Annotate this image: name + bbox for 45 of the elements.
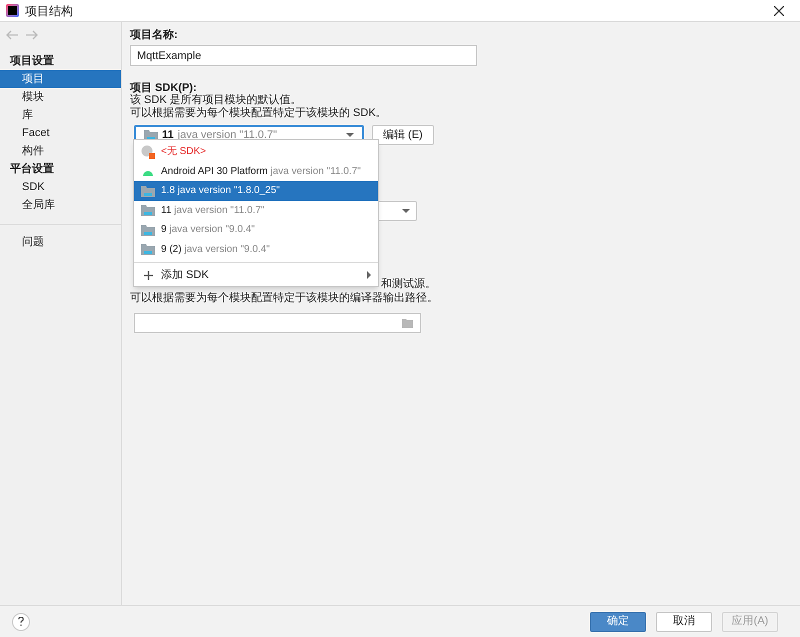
folder-icon	[141, 184, 155, 197]
sdk-menu-item[interactable]: Android API 30 Platform java version "11.0.7"	[134, 162, 378, 181]
sidebar-item[interactable]: Facet	[0, 124, 121, 142]
sidebar-group-title: 项目设置	[8, 54, 55, 69]
dropdown-arrow-icon	[346, 133, 354, 137]
help-button[interactable]	[12, 612, 30, 630]
description-text: 可以根据需要为每个模块配置特定于该模块的 SDK。	[130, 107, 388, 120]
close-icon[interactable]	[774, 6, 784, 16]
output-path-field[interactable]	[134, 313, 421, 333]
field-label: 项目 SDK(P):	[130, 81, 198, 94]
sidebar-item[interactable]: 库	[0, 106, 121, 124]
sidebar-item[interactable]: 项目	[0, 70, 121, 88]
description-text: 该 SDK 是所有项目模块的默认值。	[130, 94, 303, 106]
ok-button[interactable]: 确定	[590, 612, 646, 632]
sdk-menu-item[interactable]: 9 java version "9.0.4"	[134, 220, 378, 240]
folder-icon	[141, 243, 155, 256]
back-arrow-icon[interactable]	[6, 30, 18, 40]
project-name-field[interactable]: MqttExample	[130, 45, 477, 66]
sidebar-item[interactable]: 模块	[0, 88, 121, 106]
forward-arrow-icon[interactable]	[26, 30, 38, 40]
globe-icon	[141, 144, 155, 159]
app-logo-icon	[6, 4, 19, 17]
description-text: 可以根据需要为每个模块配置特定于该模块的编译器输出路径。	[130, 291, 439, 305]
dropdown-arrow-icon	[402, 209, 410, 213]
folder-icon	[141, 204, 155, 216]
plus-icon	[144, 270, 152, 280]
edit-button[interactable]: 编辑 (E)	[372, 125, 434, 145]
description-text: 和测试源。	[381, 277, 436, 291]
field-label: 项目名称:	[130, 28, 179, 41]
window-title: 项目结构	[25, 2, 73, 20]
sidebar-item[interactable]: 全局库	[0, 196, 121, 214]
sdk-menu-item[interactable]: 9 (2) java version "9.0.4"	[134, 240, 378, 259]
sdk-menu-item[interactable]: <无 SDK>	[134, 142, 378, 162]
folder-icon[interactable]	[402, 318, 414, 328]
sidebar-item[interactable]: 构件	[0, 142, 121, 160]
add-sdk-menu-item[interactable]: 添加 SDK	[134, 266, 378, 284]
sidebar-group-title: 平台设置	[9, 162, 55, 177]
question-mark-icon	[18, 617, 24, 626]
sidebar-item[interactable]: SDK	[0, 178, 121, 196]
sdk-menu-item[interactable]: 11 java version "11.0.7"	[134, 200, 378, 220]
submenu-arrow-icon	[367, 271, 371, 279]
cancel-button[interactable]: 取消	[656, 612, 712, 632]
sidebar-item[interactable]: 问题	[0, 233, 121, 251]
folder-icon	[141, 224, 155, 236]
sdk-menu-item[interactable]: 1.8 java version "1.8.0_25"	[134, 181, 378, 200]
